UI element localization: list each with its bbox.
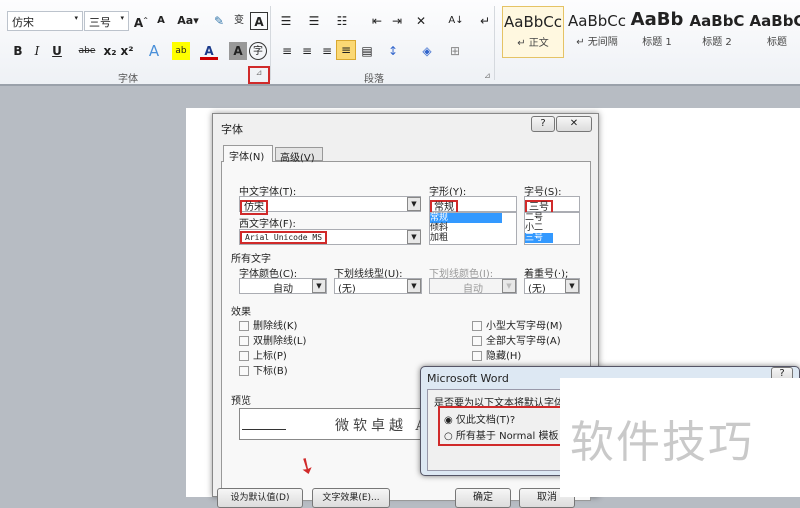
grow-font-icon[interactable]: A^ [132, 12, 150, 30]
preview-text: 微软卓越 A [335, 418, 430, 434]
decrease-indent-icon[interactable]: ⇤ [368, 12, 386, 30]
shading-icon[interactable]: ◈ [418, 42, 436, 60]
paragraph-group-label: 段落 [364, 74, 384, 85]
bold-icon[interactable]: B [9, 42, 27, 60]
list-item[interactable]: 小二 [525, 223, 579, 233]
ok-button[interactable]: 确定 [455, 488, 511, 508]
style-list[interactable]: 常规 倾斜 加粗 [429, 212, 517, 245]
style-normal[interactable]: AaBbCc ↵ 正文 [502, 6, 564, 58]
text-effect-icon[interactable]: A [145, 42, 163, 60]
hidden-checkbox[interactable]: 隐藏(H) [472, 349, 562, 364]
chevron-down-icon[interactable]: ▼ [407, 279, 421, 293]
size-input[interactable]: 三号 [524, 196, 580, 215]
list-item[interactable]: 加粗 [430, 233, 516, 243]
font-color-icon[interactable]: A [200, 42, 218, 60]
borders-icon[interactable]: ⊞ [446, 42, 464, 60]
paragraph-dialog-launcher[interactable]: ⊿ [484, 71, 491, 80]
font-dialog-launcher[interactable]: ⊿ [248, 66, 270, 84]
double-strikethrough-checkbox[interactable]: 双删除线(L) [239, 334, 306, 349]
align-left-icon[interactable]: ≡ [278, 42, 296, 60]
ribbon: 仿宋 ▾ 三号 ▾ A^ A Aa▾ ✎ 变 A B I U abe x₂ x² A… [0, 0, 800, 86]
style-title[interactable]: AaBbC 标题 [746, 6, 800, 58]
size-list[interactable]: 二号 小二 三号 [524, 212, 580, 245]
strikethrough-checkbox[interactable]: 删除线(K) [239, 319, 306, 334]
dialog-title: 字体 [221, 123, 243, 136]
chevron-down-icon[interactable]: ▼ [407, 230, 421, 244]
divider [494, 6, 495, 80]
subscript-icon[interactable]: x₂ [101, 42, 119, 60]
preview-section: 预览 [231, 396, 251, 407]
chevron-down-icon[interactable]: ▼ [407, 197, 421, 211]
chinese-font-input[interactable]: 仿宋 [239, 196, 421, 215]
strikethrough-icon[interactable]: abe [78, 42, 96, 60]
chinese-layout-icon[interactable]: ✕ [412, 12, 430, 30]
all-text-section: 所有文字 [231, 254, 271, 265]
divider [242, 429, 286, 430]
subscript-checkbox[interactable]: 下标(B) [239, 364, 306, 379]
bullets-icon[interactable]: ☰ [277, 12, 295, 30]
phonetic-guide-icon[interactable]: 变 [230, 12, 248, 30]
effects-left: 删除线(K) 双删除线(L) 上标(P) 下标(B) [239, 319, 306, 379]
effects-right: 小型大写字母(M) 全部大写字母(A) 隐藏(H) [472, 319, 562, 364]
close-button[interactable]: ✕ [556, 116, 592, 132]
style-heading-2[interactable]: AaBbC 标题 2 [686, 6, 748, 58]
italic-icon[interactable]: I [28, 42, 46, 60]
list-item[interactable]: 三号 [525, 233, 553, 243]
underline-icon[interactable]: U [48, 42, 66, 60]
set-default-button[interactable]: 设为默认值(D) [217, 488, 303, 508]
tab-font[interactable]: 字体(N) [223, 145, 273, 163]
enclose-char-icon[interactable]: 字 [249, 42, 267, 60]
small-caps-checkbox[interactable]: 小型大写字母(M) [472, 319, 562, 334]
watermark-text: 软件技巧 [570, 417, 754, 468]
all-caps-checkbox[interactable]: 全部大写字母(A) [472, 334, 562, 349]
multilevel-list-icon[interactable]: ☷ [333, 12, 351, 30]
increase-indent-icon[interactable]: ⇥ [388, 12, 406, 30]
list-item[interactable]: 常规 [430, 213, 502, 223]
align-right-icon[interactable]: ≡ [318, 42, 336, 60]
line-spacing-icon[interactable]: ↕ [384, 42, 402, 60]
char-border-icon[interactable]: A [250, 12, 268, 30]
effects-section: 效果 [231, 307, 251, 318]
tab-advanced[interactable]: 高级(V) [275, 147, 323, 164]
watermark: 软件技巧 [560, 378, 800, 497]
dialog-title: Microsoft Word [427, 372, 509, 385]
style-heading-1[interactable]: AaBb 标题 1 [626, 6, 688, 58]
sort-icon[interactable]: A↓ [447, 12, 465, 30]
list-item[interactable]: 倾斜 [430, 223, 516, 233]
font-name-combo[interactable]: 仿宋 ▾ [7, 11, 83, 31]
divider [270, 6, 271, 80]
help-button[interactable]: ? [531, 116, 555, 132]
western-font-input[interactable]: Arial Unicode MS [239, 229, 421, 245]
shrink-font-icon[interactable]: A [152, 12, 170, 30]
font-group-label: 字体 [118, 74, 138, 85]
highlight-icon[interactable]: ab [172, 42, 190, 60]
style-no-spacing[interactable]: AaBbCc ↵ 无间隔 [566, 6, 628, 58]
western-font-label: 西文字体(F): [239, 219, 296, 230]
superscript-checkbox[interactable]: 上标(P) [239, 349, 306, 364]
option-all-documents[interactable]: ○ 所有基于 Normal 模板 [444, 427, 558, 442]
superscript-icon[interactable]: x² [118, 42, 136, 60]
list-item[interactable]: 二号 [525, 213, 579, 223]
change-case-icon[interactable]: Aa▾ [176, 12, 200, 30]
numbering-icon[interactable]: ☰ [305, 12, 323, 30]
chevron-down-icon[interactable]: ▼ [312, 279, 326, 293]
clear-format-icon[interactable]: ✎ [210, 12, 228, 30]
distributed-icon[interactable]: ▤ [358, 42, 376, 60]
chevron-down-icon[interactable]: ▼ [565, 279, 579, 293]
style-input[interactable]: 常规 [429, 196, 517, 215]
chevron-down-icon: ▼ [502, 279, 516, 293]
justify-icon[interactable]: ≡ [336, 40, 356, 60]
center-icon[interactable]: ≡ [298, 42, 316, 60]
text-effects-button[interactable]: 文字效果(E)... [312, 488, 390, 508]
font-size-combo[interactable]: 三号 ▾ [84, 11, 129, 31]
option-this-document[interactable]: ◉ 仅此文档(T)? [444, 411, 515, 426]
show-marks-icon[interactable]: ↵ [476, 12, 494, 30]
char-shading-icon[interactable]: A [229, 42, 247, 60]
